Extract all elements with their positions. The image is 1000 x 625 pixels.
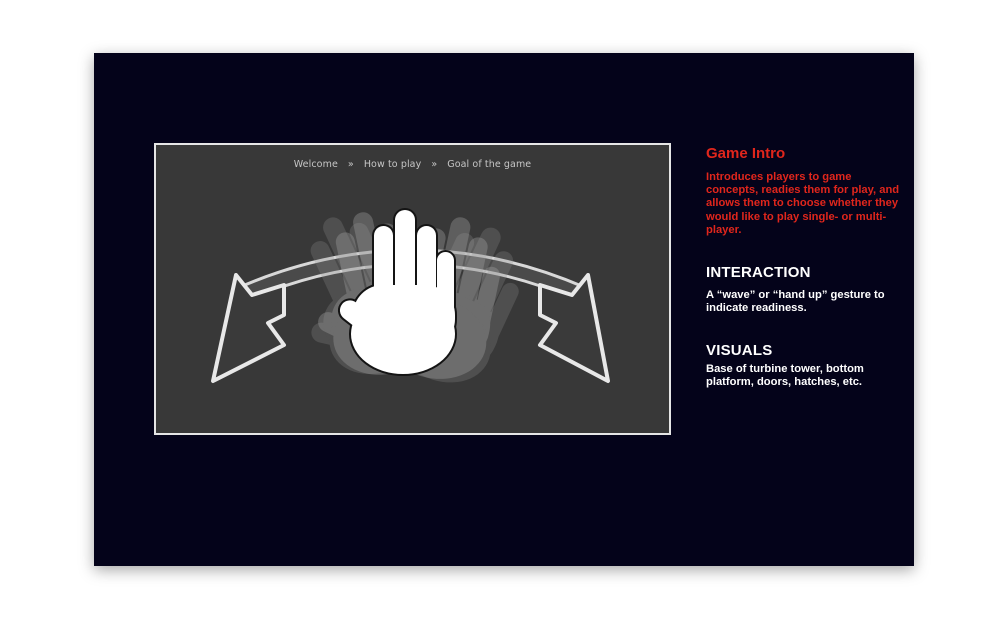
visuals-text: Base of turbine tower, bottom platform, …	[706, 362, 864, 389]
intro-title: Game Intro	[706, 145, 786, 162]
game-screen-preview: Welcome» How to play» Goal of the game	[154, 143, 671, 435]
swipe-left-arrow-icon	[211, 273, 286, 383]
swipe-right-arrow-icon	[538, 273, 610, 383]
description-panel: Game Intro Introduces players to game co…	[706, 145, 906, 390]
intro-text: Introduces players to game concepts, rea…	[706, 171, 900, 236]
wave-gesture-illustration	[211, 197, 610, 399]
interaction-title: INTERACTION	[706, 264, 811, 282]
interaction-text: A “wave” or “hand up” gesture to indicat…	[706, 289, 885, 315]
slide: Welcome» How to play» Goal of the game G…	[94, 53, 914, 566]
visuals-title: VISUALS	[706, 341, 773, 359]
